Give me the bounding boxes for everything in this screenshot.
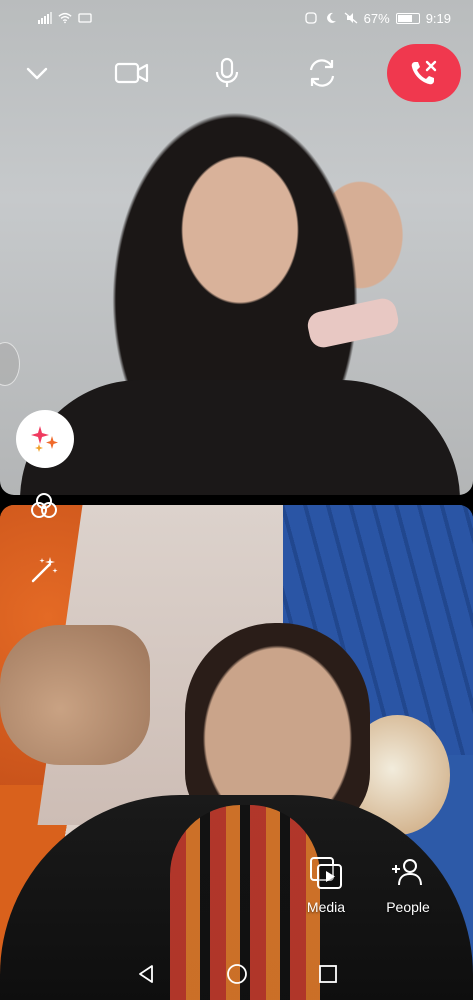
- media-label: Media: [306, 899, 346, 915]
- clock: 9:19: [425, 10, 451, 26]
- media-icon: [310, 857, 342, 889]
- back-button[interactable]: [130, 958, 162, 990]
- self-video-hand: [0, 625, 150, 765]
- wifi-icon: [58, 12, 72, 24]
- status-left: [38, 12, 92, 24]
- effects-sparkle-icon: [31, 426, 58, 452]
- end-call-icon: [411, 60, 437, 85]
- recents-icon: [318, 965, 337, 983]
- mute-icon: [344, 12, 358, 24]
- status-right: 67% 9:19: [304, 11, 451, 26]
- battery-icon: [395, 12, 420, 24]
- remote-video-shirt: [20, 380, 460, 495]
- touch-up-button[interactable]: [26, 552, 62, 588]
- people-label: People: [386, 899, 430, 915]
- back-icon: [138, 965, 153, 983]
- video-camera-icon: [114, 62, 149, 84]
- cast-icon: [78, 13, 92, 23]
- home-icon: [226, 964, 247, 984]
- microphone-icon: [215, 57, 239, 87]
- microphone-button[interactable]: [198, 44, 256, 102]
- nfc-icon: [305, 12, 317, 24]
- switch-camera-button[interactable]: [293, 44, 351, 102]
- remote-video-watch: [305, 296, 401, 350]
- end-call-button[interactable]: [387, 44, 461, 102]
- magic-wand-icon: [31, 557, 58, 583]
- filters-icon: [31, 493, 57, 518]
- battery-percent: 67%: [363, 10, 390, 26]
- moon-icon: [326, 12, 336, 23]
- home-button[interactable]: [221, 958, 253, 990]
- call-controls: [0, 44, 473, 102]
- effects-button[interactable]: [16, 410, 74, 468]
- navigation-bar: [0, 948, 473, 1000]
- self-video[interactable]: [0, 505, 473, 1000]
- video-toggle-button[interactable]: [103, 44, 161, 102]
- chevron-down-icon: [26, 67, 48, 80]
- people-button[interactable]: People: [376, 855, 440, 915]
- signal-icon: [38, 12, 52, 24]
- filters-button[interactable]: [26, 488, 62, 524]
- recents-button[interactable]: [312, 958, 344, 990]
- minimize-button[interactable]: [8, 44, 66, 102]
- media-button[interactable]: Media: [294, 855, 358, 915]
- add-person-icon: [392, 859, 422, 886]
- status-bar: 67% 9:19: [0, 0, 473, 36]
- switch-camera-icon: [309, 59, 335, 87]
